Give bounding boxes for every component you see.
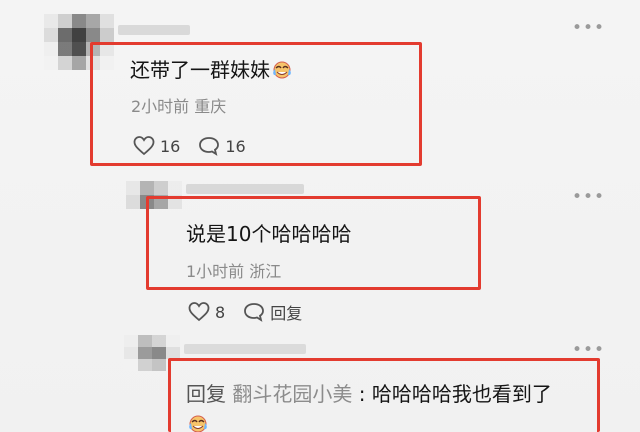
like-count: 8 xyxy=(215,302,226,322)
like-button[interactable]: 16 xyxy=(133,136,180,156)
reply-button[interactable]: 回复 xyxy=(243,300,302,324)
reply-target-name[interactable]: 翻斗花园小美 xyxy=(232,382,352,406)
like-button[interactable]: 8 xyxy=(188,302,225,322)
comment-thread: ••• 还带了一群妹妹 2小时前 重庆 16 16 ••• 说是10个哈哈哈哈 … xyxy=(0,0,640,432)
comment-icon xyxy=(243,302,265,322)
crying-laughing-emoji xyxy=(188,414,208,432)
more-options-icon[interactable]: ••• xyxy=(572,340,605,360)
reply-button[interactable]: 16 xyxy=(198,136,246,156)
comment-meta: 2小时前 重庆 xyxy=(131,97,227,116)
reply-count: 16 xyxy=(225,136,246,156)
nested-reply-text: 回复 翻斗花园小美 : 哈哈哈哈我也看到了 xyxy=(186,384,552,404)
crying-laughing-emoji xyxy=(272,60,292,80)
reply-prefix: 回复 xyxy=(186,382,226,406)
blurred-username xyxy=(118,25,190,35)
like-count: 16 xyxy=(160,136,181,156)
heart-icon xyxy=(188,302,210,322)
comment-meta: 1小时前 浙江 xyxy=(186,262,282,281)
blurred-username xyxy=(186,184,304,194)
reply-label: 回复 xyxy=(270,304,303,323)
comment-actions: 16 16 xyxy=(133,136,246,156)
blurred-username xyxy=(184,344,306,354)
reply-separator: : xyxy=(358,382,366,406)
reply-actions: 8 回复 xyxy=(188,300,302,324)
more-options-icon[interactable]: ••• xyxy=(572,187,605,207)
comment-icon xyxy=(198,136,220,156)
reply-content: 哈哈哈哈我也看到了 xyxy=(371,382,552,406)
heart-icon xyxy=(133,136,155,156)
more-options-icon[interactable]: ••• xyxy=(572,18,605,38)
comment-text: 还带了一群妹妹 xyxy=(130,60,292,80)
reply-comment-text: 说是10个哈哈哈哈 xyxy=(186,222,352,246)
